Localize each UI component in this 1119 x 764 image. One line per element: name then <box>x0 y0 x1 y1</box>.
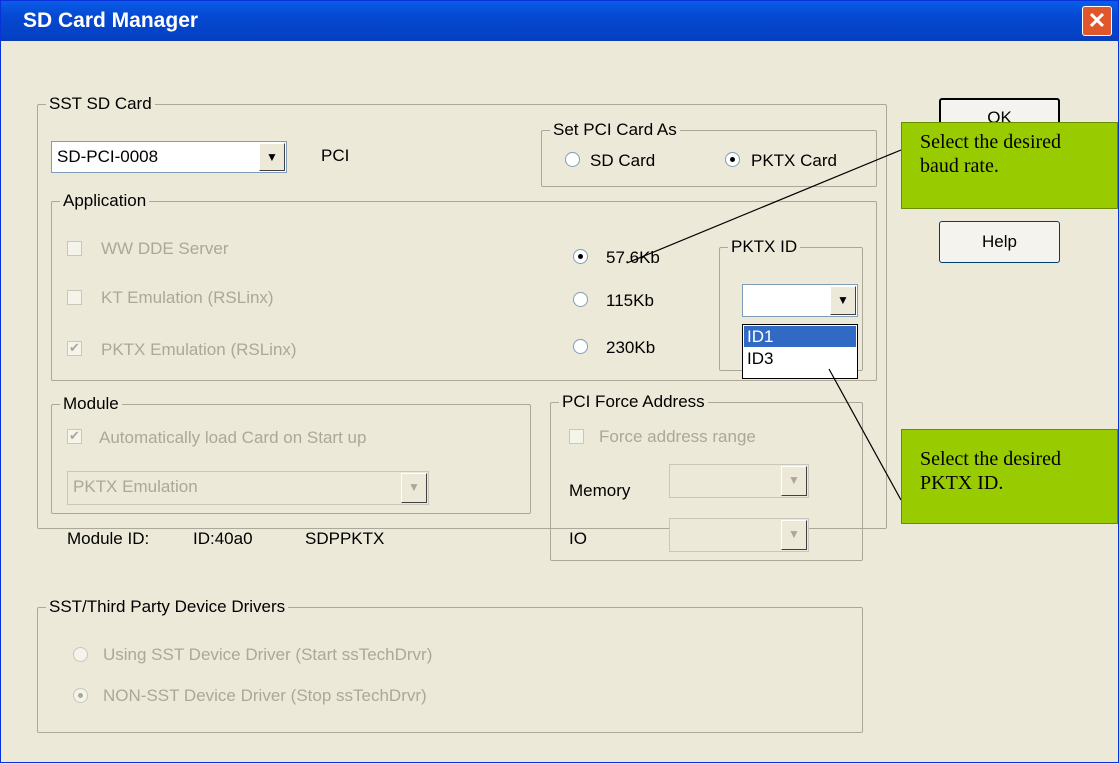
pktx-callout-line2: PKTX ID. <box>920 472 1004 494</box>
pktx-id-callout: Select the desired PKTX ID. <box>901 429 1118 524</box>
baud-callout-line1: Select the desired <box>920 131 1062 153</box>
pktx-callout-line <box>828 368 902 501</box>
callout-lines <box>626 149 902 501</box>
baud-callout-line2: baud rate. <box>920 155 999 177</box>
dialog-window: SD Card Manager ✕ OK Help SST SD Card SD… <box>0 0 1119 763</box>
baud-rate-callout: Select the desired baud rate. <box>901 122 1118 209</box>
baud-callout-line <box>626 149 902 264</box>
pktx-callout-line1: Select the desired <box>920 448 1062 470</box>
